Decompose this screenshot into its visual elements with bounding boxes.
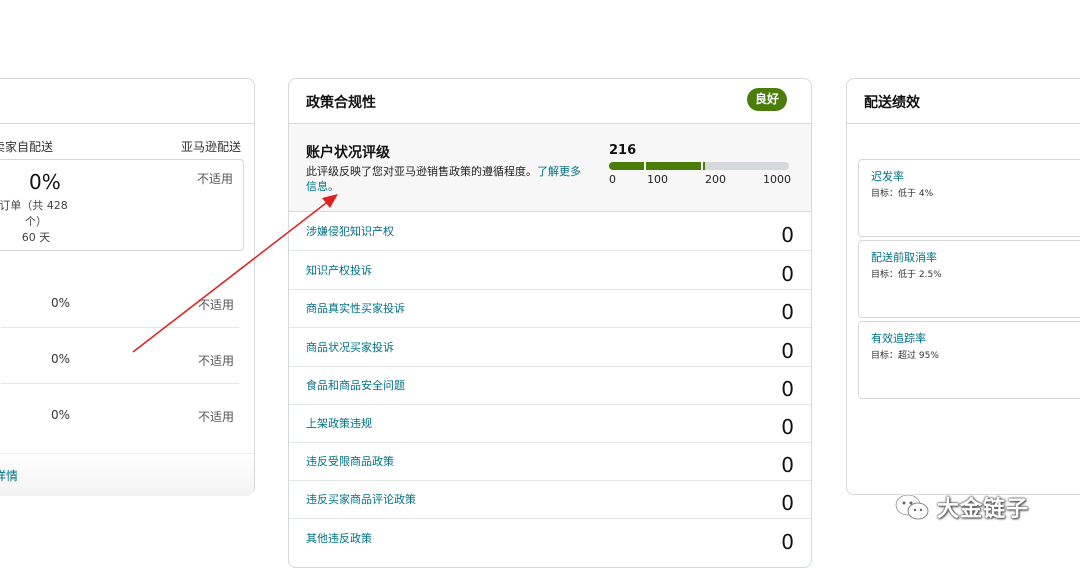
policy-compliance-card: 政策合规性 良好 账户状况评级 此评级反映了您对亚马逊销售政策的遵循程度。了解更… <box>288 78 812 568</box>
row-seller-value: 0% <box>51 408 71 422</box>
policy-row-label[interactable]: 商品状况买家投诉 <box>306 339 394 355</box>
metric-valid-tracking[interactable]: 有效追踪率 目标：超过 95% <box>858 321 1080 399</box>
customer-service-card: 卖家自配送 亚马逊配送 0% 订单（共 428 个） 60 天 不适用 0% 不… <box>0 78 255 496</box>
policy-row-label[interactable]: 涉嫌侵犯知识产权 <box>306 223 394 239</box>
summary-box: 0% 订单（共 428 个） 60 天 不适用 <box>0 159 244 251</box>
policy-row-count: 0 <box>781 530 794 554</box>
metric-target: 目标：超过 95% <box>871 351 939 361</box>
policy-row[interactable]: 商品真实性买家投诉 0 <box>289 289 811 328</box>
summary-days: 60 天 <box>21 231 51 244</box>
policy-row-label[interactable]: 违反受限商品政策 <box>306 453 394 469</box>
policy-row-count: 0 <box>781 300 794 324</box>
watermark: 大金链子 <box>893 489 1029 525</box>
ahr-tick-label: 100 <box>647 173 668 186</box>
account-health-rating: 账户状况评级 此评级反映了您对亚马逊销售政策的遵循程度。了解更多信息。 216 … <box>289 124 811 212</box>
details-link[interactable]: 详情 <box>0 467 18 484</box>
policy-row[interactable]: 违反受限商品政策 0 <box>289 442 811 481</box>
account-health-title: 账户状况评级 <box>306 145 390 161</box>
ahr-progress-bar <box>609 162 789 170</box>
ahr-segment-separator <box>644 162 646 170</box>
policy-row-label[interactable]: 其他违反政策 <box>306 530 372 546</box>
metric-target: 目标：低于 4% <box>871 189 934 199</box>
watermark-text: 大金链子 <box>937 497 1030 522</box>
policy-row[interactable]: 违反买家商品评论政策 0 <box>289 480 811 519</box>
policy-row[interactable]: 其他违反政策 0 <box>289 519 811 557</box>
metric-name[interactable]: 配送前取消率 <box>871 249 937 265</box>
policy-row-label[interactable]: 食品和商品安全问题 <box>306 377 405 393</box>
policy-row-count: 0 <box>781 453 794 477</box>
summary-amazon-value: 不适用 <box>197 172 234 186</box>
ahr-tick-label: 0 <box>609 173 616 186</box>
policy-row-count: 0 <box>781 415 794 439</box>
status-badge: 良好 <box>747 88 787 111</box>
divider <box>847 123 1080 124</box>
metric-name[interactable]: 有效追踪率 <box>871 330 926 346</box>
row-amazon-value: 不适用 <box>198 354 235 368</box>
metric-late-shipment[interactable]: 迟发率 目标：低于 4% <box>858 159 1080 237</box>
policy-row-label[interactable]: 商品真实性买家投诉 <box>306 300 405 316</box>
ahr-progress-fill <box>609 162 705 170</box>
policy-row[interactable]: 涉嫌侵犯知识产权 0 <box>289 212 811 251</box>
account-health-description-text: 此评级反映了您对亚马逊销售政策的遵循程度。 <box>306 165 537 178</box>
ahr-segment-separator <box>701 162 703 170</box>
policy-row-label[interactable]: 上架政策违规 <box>306 415 372 431</box>
card-footer <box>0 453 254 496</box>
row-seller-value: 0% <box>51 296 71 310</box>
policy-row-count: 0 <box>781 491 794 515</box>
policy-row-count: 0 <box>781 223 794 247</box>
row-amazon-value: 不适用 <box>198 410 235 424</box>
card-title: 政策合规性 <box>306 95 376 111</box>
policy-row[interactable]: 商品状况买家投诉 0 <box>289 328 811 367</box>
divider <box>1 383 239 384</box>
wechat-icon <box>894 493 929 520</box>
policy-row[interactable]: 知识产权投诉 0 <box>289 251 811 290</box>
ahr-tick-label: 200 <box>705 173 726 186</box>
delivery-performance-card: 配送绩效 迟发率 目标：低于 4% 配送前取消率 目标：低于 2.5% 有效追踪… <box>846 78 1080 495</box>
ahr-tick-label: 1000 <box>763 173 791 186</box>
ahr-score: 216 <box>609 143 637 158</box>
column-seller-fulfilled: 卖家自配送 <box>0 140 54 154</box>
metric-name[interactable]: 迟发率 <box>871 168 904 184</box>
policy-row[interactable]: 食品和商品安全问题 0 <box>289 366 811 405</box>
policy-row[interactable]: 上架政策违规 0 <box>289 404 811 443</box>
column-amazon-fulfilled: 亚马逊配送 <box>181 140 242 154</box>
metric-cancel-rate[interactable]: 配送前取消率 目标：低于 2.5% <box>858 240 1080 318</box>
summary-orders-line1: 订单（共 428 <box>0 199 68 212</box>
policy-row-count: 0 <box>781 339 794 363</box>
card-title: 配送绩效 <box>864 95 920 111</box>
row-amazon-value: 不适用 <box>198 298 235 312</box>
policy-row-label[interactable]: 知识产权投诉 <box>306 262 372 278</box>
summary-orders-line2: 个） <box>25 215 47 228</box>
row-seller-value: 0% <box>51 352 71 366</box>
policy-row-count: 0 <box>781 262 794 286</box>
account-health-description: 此评级反映了您对亚马逊销售政策的遵循程度。了解更多信息。 <box>306 164 581 194</box>
metric-target: 目标：低于 2.5% <box>871 270 942 280</box>
summary-rate: 0% <box>29 170 61 194</box>
divider <box>1 327 239 328</box>
policy-row-label[interactable]: 违反买家商品评论政策 <box>306 491 416 507</box>
divider <box>0 123 254 124</box>
policy-row-count: 0 <box>781 377 794 401</box>
